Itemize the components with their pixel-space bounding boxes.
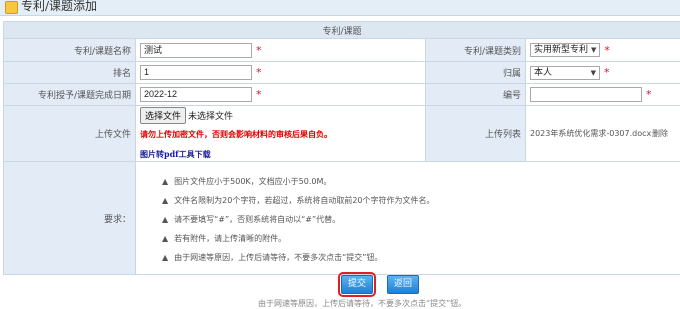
belong-label: 归属 [426, 62, 526, 84]
date-label: 专利授予/课题完成日期 [4, 84, 136, 106]
name-input[interactable]: 测试 [140, 43, 252, 58]
submit-button[interactable]: 提交 [341, 275, 373, 294]
requirement-item: ▲若有附件，请上传清晰的附件。 [140, 229, 676, 248]
required-star: * [604, 66, 610, 79]
number-input[interactable] [530, 87, 642, 102]
choose-file-button[interactable]: 选择文件 [140, 107, 186, 124]
back-button[interactable]: 返回 [387, 275, 419, 294]
type-select-value: 实用新型专利 [534, 45, 588, 55]
pdf-tool-link[interactable]: 图片转pdf工具下载 [140, 149, 421, 160]
triangle-icon: ▲ [162, 177, 168, 186]
type-select[interactable]: 实用新型专利▼ [530, 43, 600, 57]
requirement-item: ▲请不要填写“#”，否则系统将自动以“#”代替。 [140, 210, 676, 229]
triangle-icon: ▲ [162, 215, 168, 224]
footer-note: 由于网速等原因，上传后请等待，不要多次点击“提交”钮。 [258, 298, 466, 309]
requirements-label: 要求： [4, 162, 136, 275]
triangle-icon: ▲ [162, 253, 168, 262]
rank-input[interactable]: 1 [140, 65, 252, 80]
form-header: 专利/课题 [4, 22, 680, 39]
patent-form: 专利/课题 专利/课题名称 测试* 专利/课题类别 实用新型专利▼* 排名 1*… [3, 21, 680, 275]
requirement-item: ▲图片文件应小于500K，文档应小于50.0M。 [140, 172, 676, 191]
action-buttons: 提交 返回 [0, 275, 680, 295]
triangle-icon: ▲ [162, 234, 168, 243]
belong-select[interactable]: 本人 ▼ [530, 66, 600, 80]
chevron-down-icon: ▼ [591, 46, 596, 54]
no-file-text: 未选择文件 [188, 112, 233, 122]
date-input[interactable]: 2022-12 [140, 87, 252, 102]
required-star: * [256, 44, 262, 57]
upload-list-label: 上传列表 [426, 106, 526, 162]
rank-label: 排名 [4, 62, 136, 84]
required-star: * [256, 66, 262, 79]
required-star: * [604, 44, 610, 57]
upload-warning: 请勿上传加密文件，否则会影响材料的审核后果自负。 [140, 129, 421, 140]
number-label: 编号 [426, 84, 526, 106]
required-star: * [646, 88, 652, 101]
requirement-item: ▲文件名限制为20个字符，若超过，系统将自动取前20个字符作为文件名。 [140, 191, 676, 210]
name-label: 专利/课题名称 [4, 39, 136, 62]
required-star: * [256, 88, 262, 101]
chevron-down-icon: ▼ [591, 67, 596, 79]
page-title-bar: 专利/课题添加 [0, 0, 680, 16]
folder-icon [5, 1, 18, 14]
belong-select-value: 本人 [534, 68, 552, 78]
uploaded-file-link[interactable]: 2023年系统优化需求-0307.docx [530, 129, 651, 138]
page-title: 专利/课题添加 [21, 0, 97, 14]
upload-label: 上传文件 [4, 106, 136, 162]
triangle-icon: ▲ [162, 196, 168, 205]
requirement-item: ▲由于网速等原因，上传后请等待，不要多次点击“提交”钮。 [140, 248, 676, 267]
type-label: 专利/课题类别 [426, 39, 526, 62]
delete-link[interactable]: 删除 [652, 128, 668, 139]
